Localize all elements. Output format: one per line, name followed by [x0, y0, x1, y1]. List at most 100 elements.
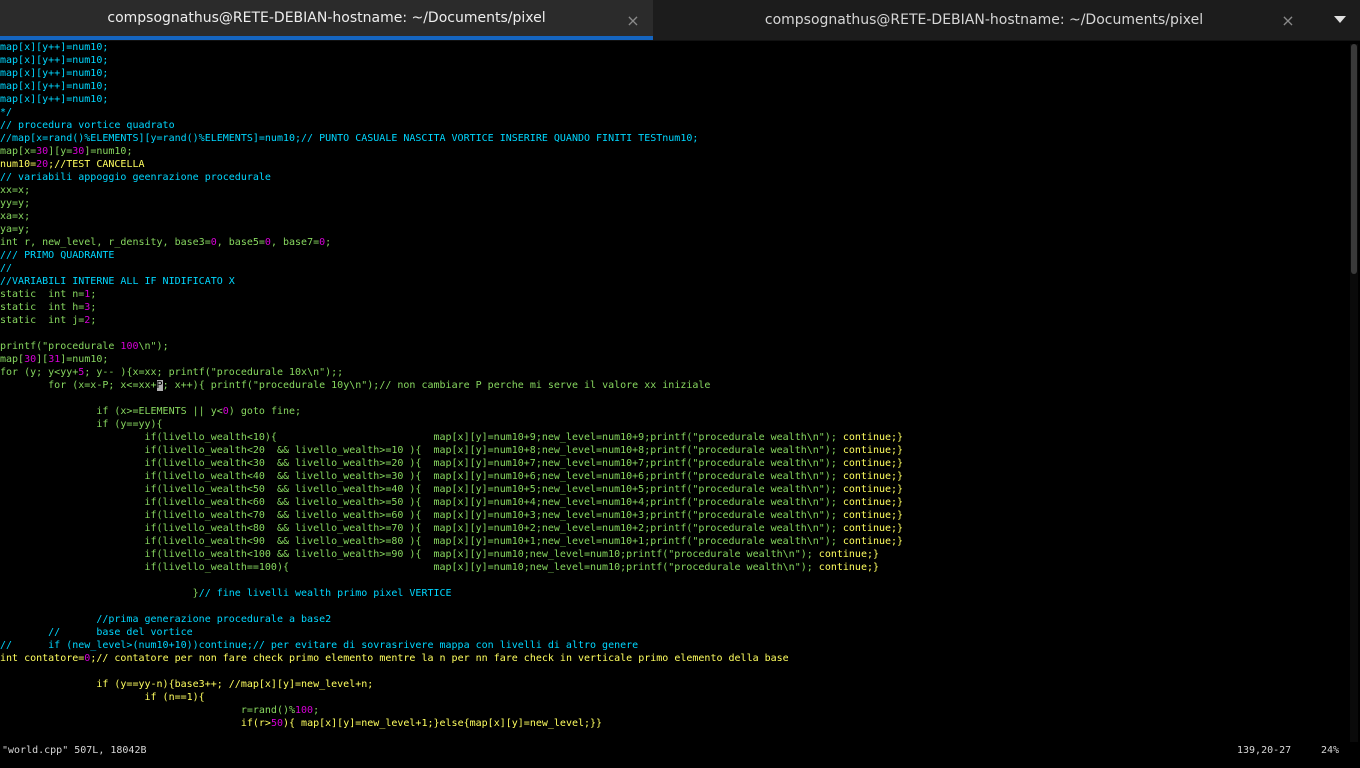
code-line: if(livello_wealth==100){ map[x][y]=num10…	[0, 561, 1346, 574]
code-line: //prima generazione procedurale a base2	[0, 613, 1346, 626]
code-line: if(livello_wealth<50 && livello_wealth>=…	[0, 483, 1346, 496]
code-token: int r, new_level, r_density, base3=	[0, 237, 211, 248]
code-token: if(r>	[0, 718, 271, 729]
code-token: continue;}	[842, 458, 904, 469]
code-token: printf("procedurale	[0, 341, 121, 352]
code-token: num10=	[0, 159, 37, 170]
code-token: 100	[120, 341, 139, 352]
code-token: 30	[36, 146, 49, 157]
code-token: if(livello_wealth<40 && livello_wealth>=…	[0, 471, 843, 482]
code-token: /// PRIMO QUADRANTE	[0, 250, 115, 261]
code-token: 20	[36, 159, 49, 170]
vim-status-line: "world.cpp" 507L, 18042B 139,20-27 24%	[0, 744, 1346, 757]
code-line: if (y==yy-n){base3++; //map[x][y]=new_le…	[0, 678, 1346, 691]
code-token: ]=num10;	[60, 354, 109, 365]
code-line: xx=x;	[0, 184, 1346, 197]
code-token: 30	[24, 354, 37, 365]
code-token: ][y=	[48, 146, 73, 157]
code-token: continue;}	[842, 497, 904, 508]
code-token: // variabili appoggio geenrazione proced…	[0, 172, 271, 183]
code-token: if(livello_wealth==100){ map[x][y]=num10…	[0, 562, 819, 573]
code-token: if(livello_wealth<50 && livello_wealth>=…	[0, 484, 843, 495]
code-token: map[x][y++]=num10;	[0, 55, 109, 66]
code-token: for (y; y<yy+	[0, 367, 79, 378]
status-file-info: "world.cpp" 507L, 18042B	[2, 745, 147, 756]
code-token: r=rand()%	[0, 705, 296, 716]
code-line: map[x][y++]=num10;	[0, 93, 1346, 106]
code-token: yy=y;	[0, 198, 31, 209]
code-token: ;	[90, 315, 97, 326]
code-token: continue;}	[818, 549, 880, 560]
code-line: if(livello_wealth<40 && livello_wealth>=…	[0, 470, 1346, 483]
code-token: for (x=x-P; x<=xx+	[0, 380, 157, 391]
code-editor[interactable]: map[x][y++]=num10; map[x][y++]=num10; map[…	[0, 41, 1346, 744]
scrollbar-thumb[interactable]	[1351, 44, 1357, 274]
code-line: map[x=30][y=30]=num10;	[0, 145, 1346, 158]
code-line: */	[0, 106, 1346, 119]
code-token: \n");	[138, 341, 169, 352]
code-token: continue;}	[842, 536, 904, 547]
code-token: static int j=	[0, 315, 85, 326]
close-icon[interactable]: ×	[623, 0, 643, 40]
code-line: int r, new_level, r_density, base3=0, ba…	[0, 236, 1346, 249]
code-token: continue;}	[842, 484, 904, 495]
code-token: ;	[325, 237, 332, 248]
scrollbar[interactable]	[1350, 44, 1358, 742]
code-token: , base5=	[216, 237, 265, 248]
tab-terminal-1[interactable]: compsognathus@RETE-DEBIAN-hostname: ~/Do…	[0, 0, 653, 40]
code-token: // procedura vortice quadrato	[0, 120, 175, 131]
code-line: xa=x;	[0, 210, 1346, 223]
code-token: //prima generazione procedurale a base2	[0, 614, 332, 625]
code-token: if(livello_wealth<10){ map[x][y]=num10+9…	[0, 432, 843, 443]
code-line: static int n=1;	[0, 288, 1346, 301]
terminal-viewport[interactable]: map[x][y++]=num10; map[x][y++]=num10; map[…	[0, 41, 1346, 744]
code-token: if(livello_wealth<20 && livello_wealth>=…	[0, 445, 843, 456]
tab-menu-button[interactable]	[1332, 12, 1348, 28]
code-token: 100	[295, 705, 314, 716]
tab-bar: compsognathus@RETE-DEBIAN-hostname: ~/Do…	[0, 0, 1360, 41]
code-token: //map[x=rand()%ELEMENTS][y=rand()%ELEMEN…	[0, 133, 699, 144]
code-line: //	[0, 262, 1346, 275]
code-token: static int n=	[0, 289, 85, 300]
code-token: if (y==yy-n){base3++; //map[x][y]=new_le…	[0, 679, 374, 690]
status-cursor-position: 139,20-27	[1237, 745, 1292, 756]
code-token: xx=x;	[0, 185, 31, 196]
status-scroll-percent: 24%	[1321, 745, 1340, 756]
code-line: if(livello_wealth<60 && livello_wealth>=…	[0, 496, 1346, 509]
code-token: ya=y;	[0, 224, 31, 235]
code-line: ya=y;	[0, 223, 1346, 236]
code-token: map[x][y++]=num10;	[0, 68, 109, 79]
code-token: if(livello_wealth<90 && livello_wealth>=…	[0, 536, 843, 547]
code-token: int contatore=	[0, 653, 85, 664]
code-line: if(livello_wealth<80 && livello_wealth>=…	[0, 522, 1346, 535]
code-token: map[x=	[0, 146, 37, 157]
code-token: ;// contatore per non fare check primo e…	[90, 653, 789, 664]
code-token: continue;}	[818, 562, 880, 573]
code-line: }// fine livelli wealth primo pixel VERT…	[0, 587, 1346, 600]
tab-title: compsognathus@RETE-DEBIAN-hostname: ~/Do…	[764, 12, 1204, 28]
code-line: for (x=x-P; x<=xx+P; x++){ printf("proce…	[0, 379, 1346, 392]
code-token: map[x][y++]=num10;	[0, 94, 109, 105]
code-line: if (y==yy){	[0, 418, 1346, 431]
code-line: map[30][31]=num10;	[0, 353, 1346, 366]
close-icon[interactable]: ×	[1278, 0, 1298, 40]
code-token: ) goto fine;	[228, 406, 302, 417]
code-token: , base7=	[270, 237, 320, 248]
code-line: if(livello_wealth<10){ map[x][y]=num10+9…	[0, 431, 1346, 444]
code-token: }	[0, 588, 199, 599]
code-line: r=rand()%100;	[0, 704, 1346, 717]
code-token: if(livello_wealth<100 && livello_wealth>…	[0, 549, 819, 560]
tab-terminal-2[interactable]: compsognathus@RETE-DEBIAN-hostname: ~/Do…	[653, 0, 1315, 40]
code-token: ; y-- ){x=xx; printf("procedurale 10x\n"…	[84, 367, 344, 378]
code-token: 30	[72, 146, 85, 157]
code-token: ;	[90, 302, 97, 313]
code-line: if(livello_wealth<90 && livello_wealth>=…	[0, 535, 1346, 548]
code-line: if (n==1){	[0, 691, 1346, 704]
code-token: ;//TEST CANCELLA	[48, 159, 145, 170]
code-token: static int h=	[0, 302, 85, 313]
code-line: int contatore=0;// contatore per non far…	[0, 652, 1346, 665]
